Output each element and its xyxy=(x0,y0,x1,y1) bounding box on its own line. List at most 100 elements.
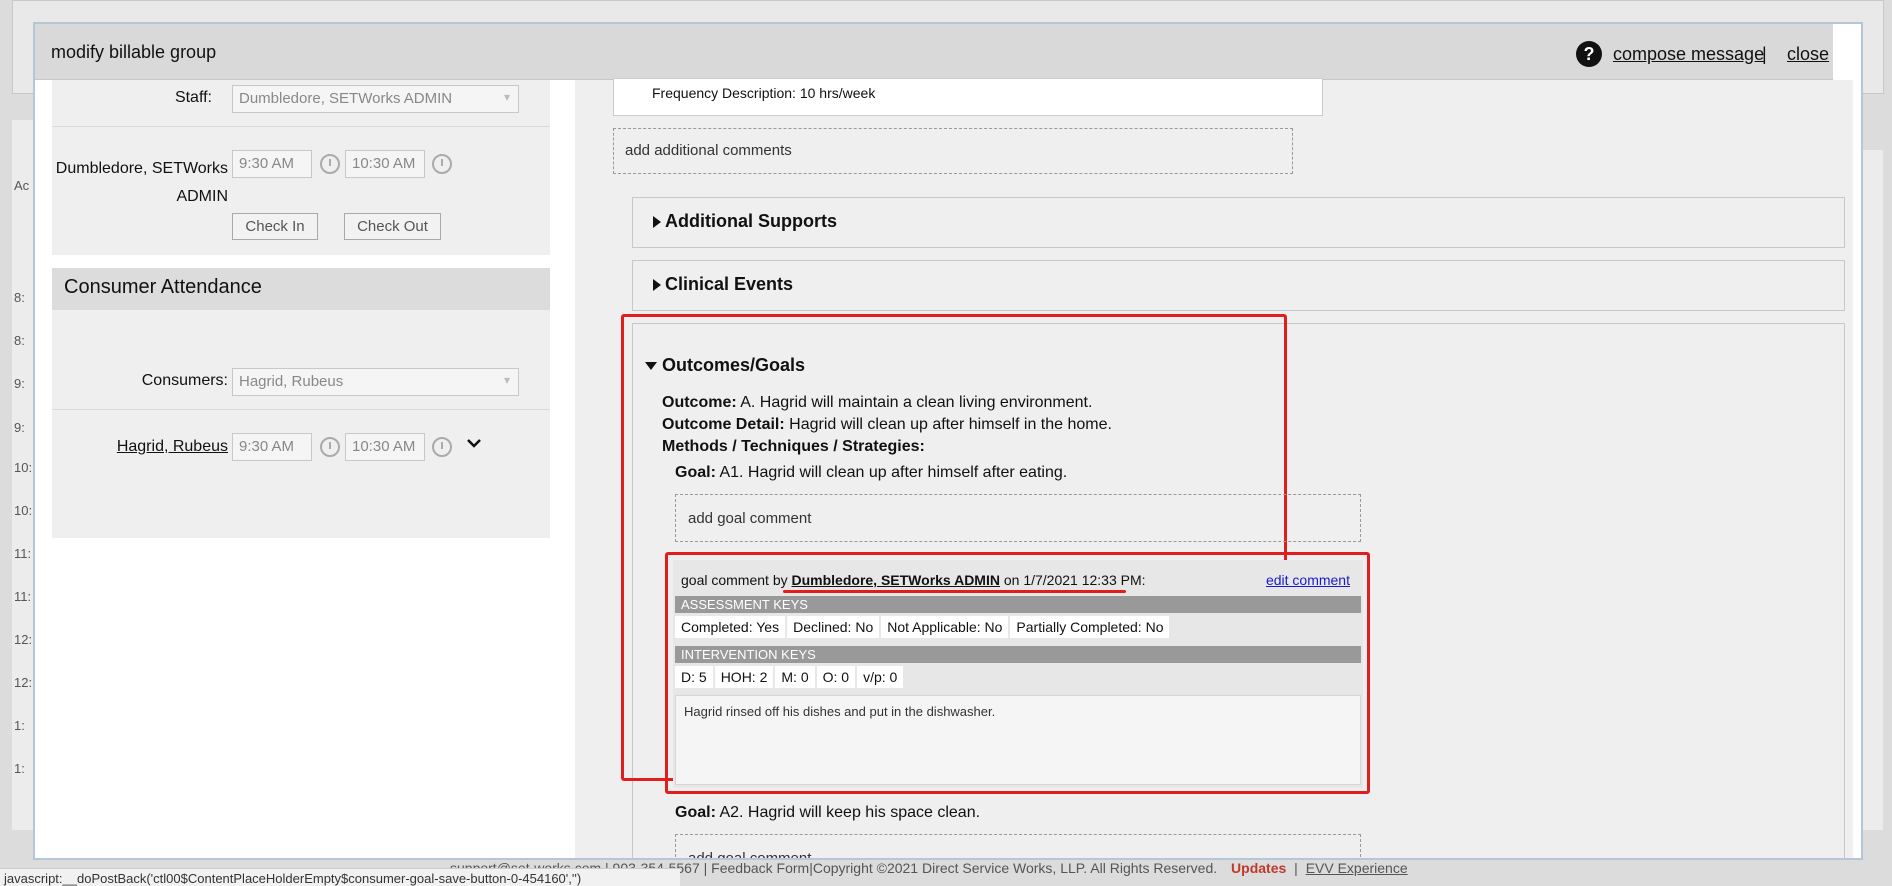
staff-time-in-input[interactable]: 9:30 AM xyxy=(232,150,312,178)
additional-supports-section[interactable]: Additional Supports xyxy=(632,197,1845,248)
compose-message-link[interactable]: compose message xyxy=(1613,44,1764,65)
clinical-events-section[interactable]: Clinical Events xyxy=(632,260,1845,311)
outcome-row: Outcome: A. Hagrid will maintain a clean… xyxy=(662,394,1092,412)
divider xyxy=(52,126,550,127)
frequency-box: Frequency Description: 10 hrs/week xyxy=(613,78,1323,116)
assessment-keys-header: ASSESSMENT KEYS xyxy=(675,596,1361,613)
alarm-clock-icon[interactable] xyxy=(432,437,452,457)
background-time: 11: xyxy=(14,546,32,561)
goal-comment-body: Hagrid rinsed off his dishes and put in … xyxy=(675,695,1361,785)
author-underline-highlight xyxy=(783,590,1126,593)
intervention-key: O: 0 xyxy=(816,666,856,688)
background-time: 10: xyxy=(14,460,33,475)
consumer-time-out-input[interactable]: 10:30 AM xyxy=(345,433,425,461)
background-time: 12: xyxy=(14,675,33,690)
consumer-name-link[interactable]: Hagrid, Rubeus xyxy=(52,438,228,456)
check-in-button[interactable]: Check In xyxy=(232,213,318,240)
staff-name-line1: Dumbledore, SETWorks xyxy=(55,160,228,177)
modify-billable-group-dialog: modify billable group ? compose message … xyxy=(33,22,1863,860)
additional-supports-title: Additional Supports xyxy=(665,211,837,231)
staff-name: Dumbledore, SETWorks ADMIN xyxy=(52,155,228,211)
outcome-detail-label: Outcome Detail: xyxy=(662,416,785,433)
assessment-key: Partially Completed: No xyxy=(1010,616,1170,638)
staff-label: Staff: xyxy=(174,89,212,106)
add-goal-comment[interactable]: add goal comment xyxy=(675,494,1361,542)
browser-status-bar: javascript:__doPostBack('ctl00$ContentPl… xyxy=(0,868,680,886)
background-time: 10: xyxy=(14,503,33,518)
intervention-key: M: 0 xyxy=(775,666,815,688)
attendance-column: Staff: Dumbledore, SETWorks ADMIN ▾ Dumb… xyxy=(35,80,565,858)
methods-label: Methods / Techniques / Strategies: xyxy=(662,438,925,455)
outcome-value: A. Hagrid will maintain a clean living e… xyxy=(740,394,1093,411)
divider xyxy=(52,409,550,410)
background-time: 12: xyxy=(14,632,33,647)
add-goal-comment[interactable]: add goal comment xyxy=(675,834,1361,858)
expanded-caret-icon[interactable] xyxy=(645,362,657,370)
goal-value: A1. Hagrid will clean up after himself a… xyxy=(719,464,1068,481)
intervention-keys-row: D: 5 HOH: 2 M: 0 O: 0 v/p: 0 xyxy=(675,666,904,688)
staff-attendance-panel: Staff: Dumbledore, SETWorks ADMIN ▾ Dumb… xyxy=(52,80,550,255)
assessment-key: Completed: Yes xyxy=(675,616,786,638)
staff-time-out-input[interactable]: 10:30 AM xyxy=(345,150,425,178)
chevron-down-icon: ▾ xyxy=(503,373,510,387)
intervention-keys-header: INTERVENTION KEYS xyxy=(675,646,1361,663)
header-separator: | xyxy=(1762,44,1767,64)
check-out-button[interactable]: Check Out xyxy=(344,213,441,240)
consumer-attendance-panel: Consumer Attendance Consumers: Hagrid, R… xyxy=(52,268,550,538)
collapsed-caret-icon xyxy=(653,279,661,291)
footer-evv-link[interactable]: EVV Experience xyxy=(1306,860,1408,876)
alarm-clock-icon[interactable] xyxy=(320,437,340,457)
edit-comment-link[interactable]: edit comment xyxy=(1266,572,1350,588)
consumers-select-value: Hagrid, Rubeus xyxy=(239,373,344,390)
expand-chevron-icon[interactable] xyxy=(465,434,483,452)
outcomes-goals-title[interactable]: Outcomes/Goals xyxy=(662,355,805,376)
clinical-events-title: Clinical Events xyxy=(665,274,794,294)
intervention-key: D: 5 xyxy=(675,666,713,688)
goal-comment-card: goal comment by Dumbledore, SETWorks ADM… xyxy=(673,560,1363,788)
goal-comment-header: goal comment by Dumbledore, SETWorks ADM… xyxy=(681,572,1146,588)
outcome-label: Outcome: xyxy=(662,394,737,411)
background-time: 8: xyxy=(14,290,25,305)
background-time: 9: xyxy=(14,376,25,391)
goal-a2-row: Goal: A2. Hagrid will keep his space cle… xyxy=(675,804,980,822)
background-time: 1: xyxy=(14,761,25,776)
consumers-label: Consumers: xyxy=(141,372,228,389)
background-time: 9: xyxy=(14,420,25,435)
staff-name-line2: ADMIN xyxy=(176,188,228,205)
assessment-keys-row: Completed: Yes Declined: No Not Applicab… xyxy=(675,616,1170,638)
dialog-titlebar: modify billable group ? compose message … xyxy=(35,24,1833,80)
add-additional-comments[interactable]: add additional comments xyxy=(613,128,1293,174)
alarm-clock-icon[interactable] xyxy=(432,154,452,174)
frequency-description: Frequency Description: 10 hrs/week xyxy=(652,85,876,101)
goal-label: Goal: xyxy=(675,804,716,821)
service-details-column: Frequency Description: 10 hrs/week add a… xyxy=(575,78,1853,858)
background-time: 1: xyxy=(14,718,25,733)
intervention-key: HOH: 2 xyxy=(714,666,774,688)
outcome-detail-row: Outcome Detail: Hagrid will clean up aft… xyxy=(662,416,1112,434)
background-label: Ac xyxy=(14,178,30,193)
footer-separator: | xyxy=(1294,860,1298,876)
assessment-key: Not Applicable: No xyxy=(881,616,1009,638)
chevron-down-icon: ▾ xyxy=(503,90,510,104)
collapsed-caret-icon xyxy=(653,216,661,228)
goal-label: Goal: xyxy=(675,464,716,481)
footer-updates-link[interactable]: Updates xyxy=(1231,860,1286,876)
consumer-attendance-heading: Consumer Attendance xyxy=(52,268,550,310)
alarm-clock-icon[interactable] xyxy=(320,154,340,174)
assessment-key: Declined: No xyxy=(787,616,880,638)
dialog-title: modify billable group xyxy=(51,42,217,62)
goal-a1-row: Goal: A1. Hagrid will clean up after him… xyxy=(675,464,1067,482)
background-time: 11: xyxy=(14,589,32,604)
staff-select[interactable]: Dumbledore, SETWorks ADMIN ▾ xyxy=(232,85,519,113)
close-link[interactable]: close xyxy=(1787,44,1829,65)
consumers-select[interactable]: Hagrid, Rubeus ▾ xyxy=(232,368,519,396)
staff-select-value: Dumbledore, SETWorks ADMIN xyxy=(239,90,453,107)
comment-author-link[interactable]: Dumbledore, SETWorks ADMIN xyxy=(792,572,1000,588)
comment-date: on 1/7/2021 12:33 PM: xyxy=(1003,572,1146,588)
background-time: 8: xyxy=(14,333,25,348)
goal-value: A2. Hagrid will keep his space clean. xyxy=(719,804,981,821)
comment-prefix: goal comment by xyxy=(681,572,788,588)
help-icon[interactable]: ? xyxy=(1576,41,1602,67)
intervention-key: v/p: 0 xyxy=(857,666,904,688)
consumer-time-in-input[interactable]: 9:30 AM xyxy=(232,433,312,461)
